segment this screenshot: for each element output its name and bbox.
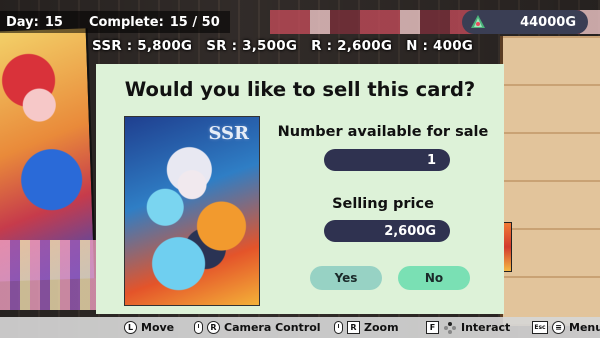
rarity-price-list: SSR : 5,800G SR : 3,500G R : 2,600G N : …: [92, 36, 473, 56]
control-camera-label: Camera Control: [224, 321, 321, 334]
card-rarity-mark: SSR: [208, 123, 249, 144]
menu-button-icon: ≡: [552, 321, 565, 334]
control-zoom: R Zoom: [334, 320, 399, 335]
sell-card-dialog: Would you like to sell this card? SSR Nu…: [96, 64, 504, 314]
price-label: Selling price: [332, 196, 434, 212]
control-hints-bar: L Move R Camera Control R Zoom F Interac…: [0, 317, 600, 338]
f-key-icon: F: [426, 321, 439, 334]
control-camera: R Camera Control: [194, 320, 321, 335]
price-n: N : 400G: [406, 38, 474, 54]
day-label: Day:: [6, 14, 39, 30]
control-interact: F Interact: [426, 320, 510, 335]
mouse-wheel-icon: [334, 321, 343, 334]
money-display: 44000G: [462, 10, 588, 34]
price-r: R : 2,600G: [311, 38, 393, 54]
wooden-shelf: [500, 36, 600, 326]
available-value: 1: [324, 149, 450, 171]
complete-label: Complete:: [88, 14, 164, 30]
control-menu: Esc ≡ Menu: [532, 320, 600, 335]
control-zoom-label: Zoom: [364, 321, 399, 334]
available-label: Number available for sale: [277, 124, 489, 140]
r-button-icon: R: [347, 321, 360, 334]
face-buttons-icon: [444, 321, 456, 334]
day-value: 15: [44, 14, 63, 30]
esc-key-icon: Esc: [532, 321, 548, 334]
background-card-left-bottom: [0, 240, 96, 310]
control-interact-label: Interact: [461, 321, 511, 334]
yes-button[interactable]: Yes: [310, 266, 382, 290]
price-value: 2,600G: [324, 220, 450, 242]
dialog-title: Would you like to sell this card?: [124, 78, 476, 101]
mouse-icon: [194, 321, 203, 334]
no-button[interactable]: No: [398, 266, 470, 290]
money-value: 44000G: [520, 14, 576, 30]
gem-icon: [471, 15, 485, 28]
price-sr: SR : 3,500G: [206, 38, 298, 54]
price-ssr: SSR : 5,800G: [92, 38, 193, 54]
complete-value: 15 / 50: [169, 14, 220, 30]
control-menu-label: Menu: [569, 321, 600, 334]
card-artwork: SSR: [124, 116, 260, 306]
right-stick-icon: R: [207, 321, 220, 334]
day-progress-bar: Day: 15 Complete: 15 / 50: [0, 11, 230, 33]
control-move-label: Move: [141, 321, 175, 334]
control-move: L Move: [124, 320, 174, 335]
left-stick-icon: L: [124, 321, 137, 334]
